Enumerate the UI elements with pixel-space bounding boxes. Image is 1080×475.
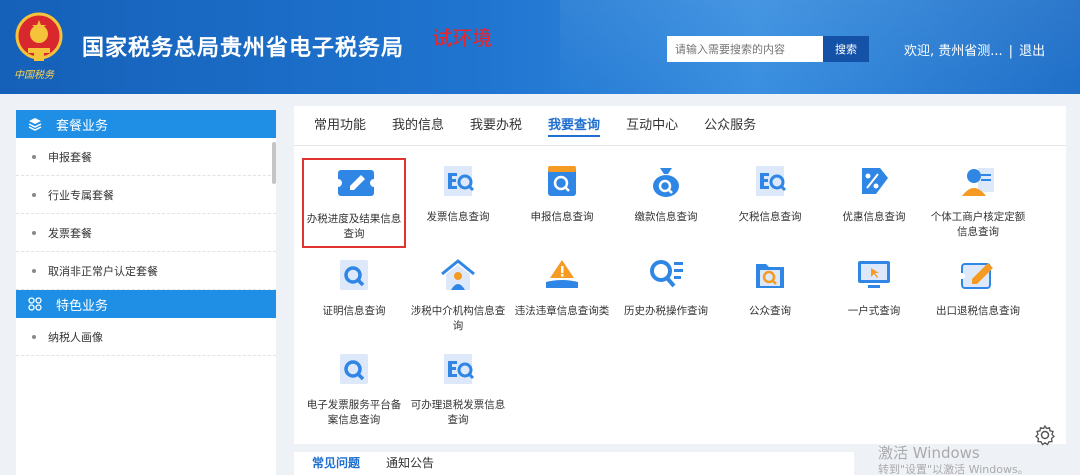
monitor-cursor-icon (858, 261, 890, 288)
search-input[interactable] (667, 36, 823, 62)
warning-hand-icon (546, 260, 578, 288)
person-document-icon (962, 168, 994, 196)
func-label: 申报信息查询 (530, 211, 594, 223)
sidebar-item-label: 纳税人画像 (48, 330, 103, 344)
search-button[interactable]: 搜索 (823, 36, 869, 62)
func-label: 可办理退税发票信息查询 (410, 399, 506, 426)
site-title: 国家税务总局贵州省电子税务局 (82, 36, 405, 61)
func-label: 欠税信息查询 (738, 211, 802, 223)
bullet (32, 192, 36, 197)
sidebar-item-cancel-abnormal-package[interactable]: 取消非正常户认定套餐 (16, 252, 276, 290)
func-refundable-invoice-query[interactable]: 可办理退税发票信息查询 (406, 346, 510, 436)
bullet (32, 154, 36, 159)
sidebar-section-title: 特色业务 (56, 298, 109, 314)
national-emblem-icon (15, 12, 63, 61)
logout-link[interactable]: 退出 (1019, 44, 1045, 59)
func-label: 办税进度及结果信息查询 (306, 213, 402, 240)
search-list-icon (650, 260, 683, 288)
tab-bar: 常用功能 我的信息 我要办税 我要查询 互动中心 公众服务 (294, 106, 1066, 146)
sidebar: 套餐业务 申报套餐 行业专属套餐 发票套餐 取消非正常户认定套餐 特色业务 纳税… (16, 110, 276, 475)
func-invoice-query[interactable]: 发票信息查询 (406, 158, 510, 248)
pencil-ticket-icon (959, 263, 993, 289)
sidebar-item-label: 申报套餐 (48, 150, 92, 164)
func-label: 一户式查询 (847, 305, 901, 317)
welcome-text[interactable]: 欢迎, 贵州省测... (904, 44, 1003, 59)
bottom-tab-bar: 常见问题 通知公告 (294, 452, 854, 475)
sidebar-item-label: 行业专属套餐 (48, 188, 114, 202)
invoice-search-icon (444, 166, 475, 196)
pencil-ticket-icon (336, 170, 376, 196)
windows-activation-title: 激活 Windows (878, 444, 980, 462)
func-tax-arrears-query[interactable]: 欠税信息查询 (718, 158, 822, 248)
func-label: 发票信息查询 (426, 211, 490, 223)
money-bag-search-icon (653, 168, 679, 197)
grid-icon (28, 297, 42, 311)
emblem-caption: 中国税务 (14, 70, 54, 81)
func-label: 公众查询 (749, 305, 791, 317)
func-label: 历史办税操作查询 (624, 305, 708, 317)
func-label: 证明信息查询 (322, 305, 386, 317)
discount-tag-icon (862, 168, 888, 194)
tab-faq[interactable]: 常见问题 (312, 452, 360, 475)
welcome-separator: | (1008, 44, 1014, 59)
windows-activation-hint: 转到"设置"以激活 Windows。 (878, 463, 1029, 475)
tab-notices[interactable]: 通知公告 (386, 452, 434, 475)
func-label: 涉税中介机构信息查询 (410, 305, 506, 332)
func-history-query[interactable]: 历史办税操作查询 (614, 252, 718, 342)
main-panel: 常用功能 我的信息 我要办税 我要查询 互动中心 公众服务 办税进度及结果信息查… (294, 106, 1066, 444)
tab-query[interactable]: 我要查询 (536, 106, 612, 145)
sidebar-item-invoice-package[interactable]: 发票套餐 (16, 214, 276, 252)
func-label: 违法违章信息查询类 (514, 305, 610, 317)
func-label: 缴款信息查询 (634, 211, 698, 223)
func-public-query[interactable]: 公众查询 (718, 252, 822, 342)
environment-tag: 试环境 (432, 26, 492, 50)
invoice-search-icon (756, 166, 787, 196)
certificate-search-icon (340, 354, 368, 384)
tab-my-info[interactable]: 我的信息 (380, 106, 456, 145)
func-label: 电子发票服务平台备案信息查询 (306, 399, 402, 426)
window-search-icon (548, 166, 576, 196)
func-declaration-query[interactable]: 申报信息查询 (510, 158, 614, 248)
tab-public-service[interactable]: 公众服务 (692, 106, 768, 145)
folder-search-icon (756, 264, 784, 288)
gear-icon[interactable] (1034, 424, 1056, 446)
sidebar-section-featured[interactable]: 特色业务 (16, 290, 276, 318)
func-violation-query[interactable]: 违法违章信息查询类 (510, 252, 614, 342)
tab-tax-handling[interactable]: 我要办税 (458, 106, 534, 145)
user-welcome: 欢迎, 贵州省测... | 退出 (904, 40, 1045, 59)
sidebar-item-industry-package[interactable]: 行业专属套餐 (16, 176, 276, 214)
sidebar-item-label: 发票套餐 (48, 226, 92, 240)
bullet (32, 334, 36, 339)
sidebar-item-label: 取消非正常户认定套餐 (48, 264, 158, 278)
func-one-household-query[interactable]: 一户式查询 (822, 252, 926, 342)
bullet (32, 268, 36, 273)
func-payment-query[interactable]: 缴款信息查询 (614, 158, 718, 248)
house-person-icon (441, 259, 475, 290)
sidebar-scrollbar[interactable] (272, 142, 276, 184)
invoice-search-icon (444, 354, 475, 384)
bullet (32, 230, 36, 235)
func-export-refund-query[interactable]: 出口退税信息查询 (926, 252, 1030, 342)
func-label: 出口退税信息查询 (936, 305, 1020, 317)
func-label: 优惠信息查询 (842, 211, 906, 223)
sidebar-section-package[interactable]: 套餐业务 (16, 110, 276, 138)
func-label: 个体工商户核定定额信息查询 (930, 211, 1026, 238)
sidebar-item-taxpayer-portrait[interactable]: 纳税人画像 (16, 318, 276, 356)
func-e-invoice-filing-query[interactable]: 电子发票服务平台备案信息查询 (302, 346, 406, 436)
func-tax-agency-query[interactable]: 涉税中介机构信息查询 (406, 252, 510, 342)
func-individual-business-query[interactable]: 个体工商户核定定额信息查询 (926, 158, 1030, 248)
func-preference-query[interactable]: 优惠信息查询 (822, 158, 926, 248)
layers-icon (28, 117, 42, 131)
tab-common-functions[interactable]: 常用功能 (302, 106, 378, 145)
certificate-search-icon (340, 260, 368, 290)
func-tax-progress-query[interactable]: 办税进度及结果信息查询 (302, 158, 406, 248)
func-certificate-query[interactable]: 证明信息查询 (302, 252, 406, 342)
sidebar-section-title: 套餐业务 (56, 118, 109, 134)
header-bar: 中国税务 国家税务总局贵州省电子税务局 试环境 搜索 欢迎, 贵州省测... | 退… (0, 0, 1080, 94)
bottom-panel: 常见问题 通知公告 (294, 452, 854, 475)
sidebar-item-declaration-package[interactable]: 申报套餐 (16, 138, 276, 176)
tab-interaction-center[interactable]: 互动中心 (614, 106, 690, 145)
